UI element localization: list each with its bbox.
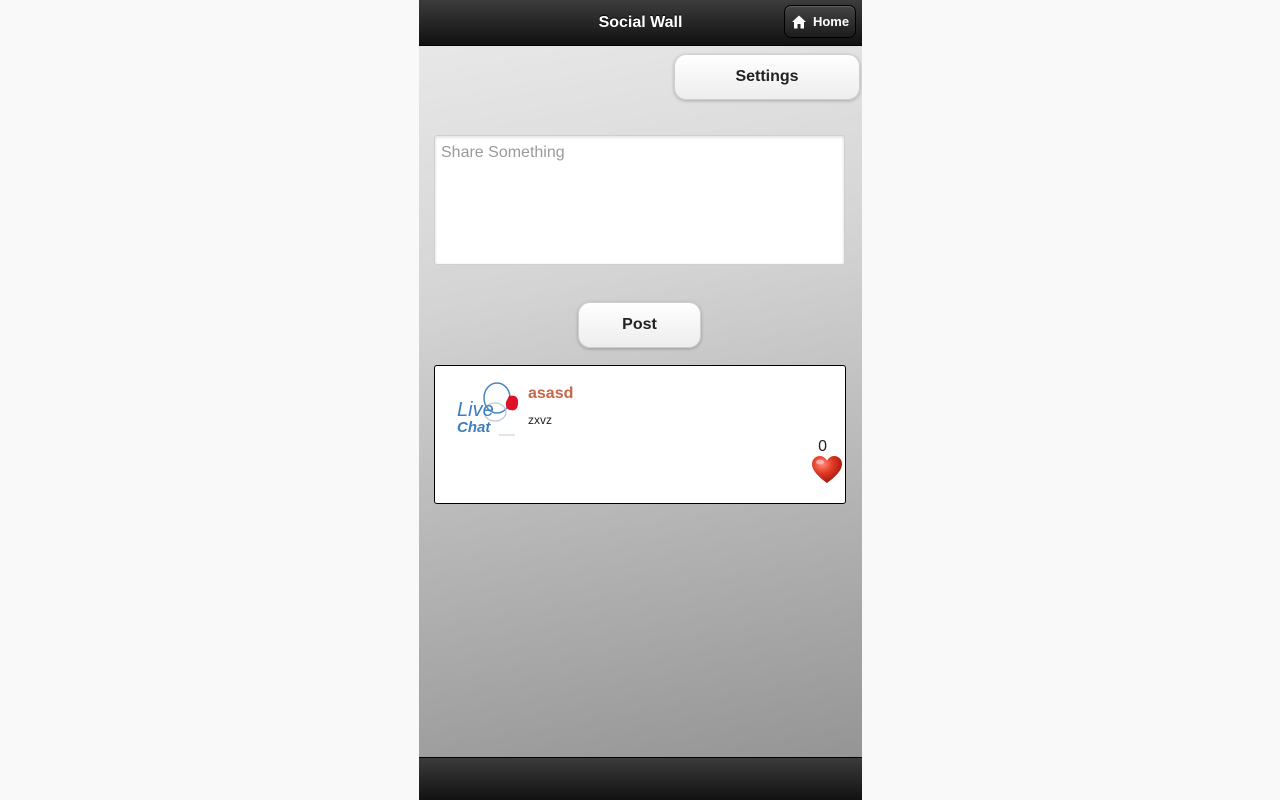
header-bar: Social Wall Home — [419, 0, 862, 46]
footer-bar — [419, 757, 862, 800]
post-card: Live Chat asasd zxvz 0 — [434, 365, 846, 504]
settings-button[interactable]: Settings — [674, 54, 860, 100]
like-count: 0 — [818, 438, 827, 455]
post-username-link[interactable]: asasd — [528, 385, 573, 403]
share-input[interactable] — [434, 135, 845, 265]
home-button[interactable]: Home — [784, 5, 856, 38]
heart-icon[interactable] — [812, 456, 842, 484]
post-text: zxvz — [528, 413, 552, 427]
app-screen: Social Wall Home Settings Post Live Chat… — [419, 0, 862, 800]
live-chat-logo-icon: Live Chat — [455, 376, 519, 438]
svg-text:Chat: Chat — [457, 419, 491, 436]
post-button[interactable]: Post — [578, 302, 701, 348]
svg-text:Live: Live — [457, 399, 494, 421]
home-icon — [791, 15, 806, 28]
home-button-label: Home — [812, 14, 850, 29]
